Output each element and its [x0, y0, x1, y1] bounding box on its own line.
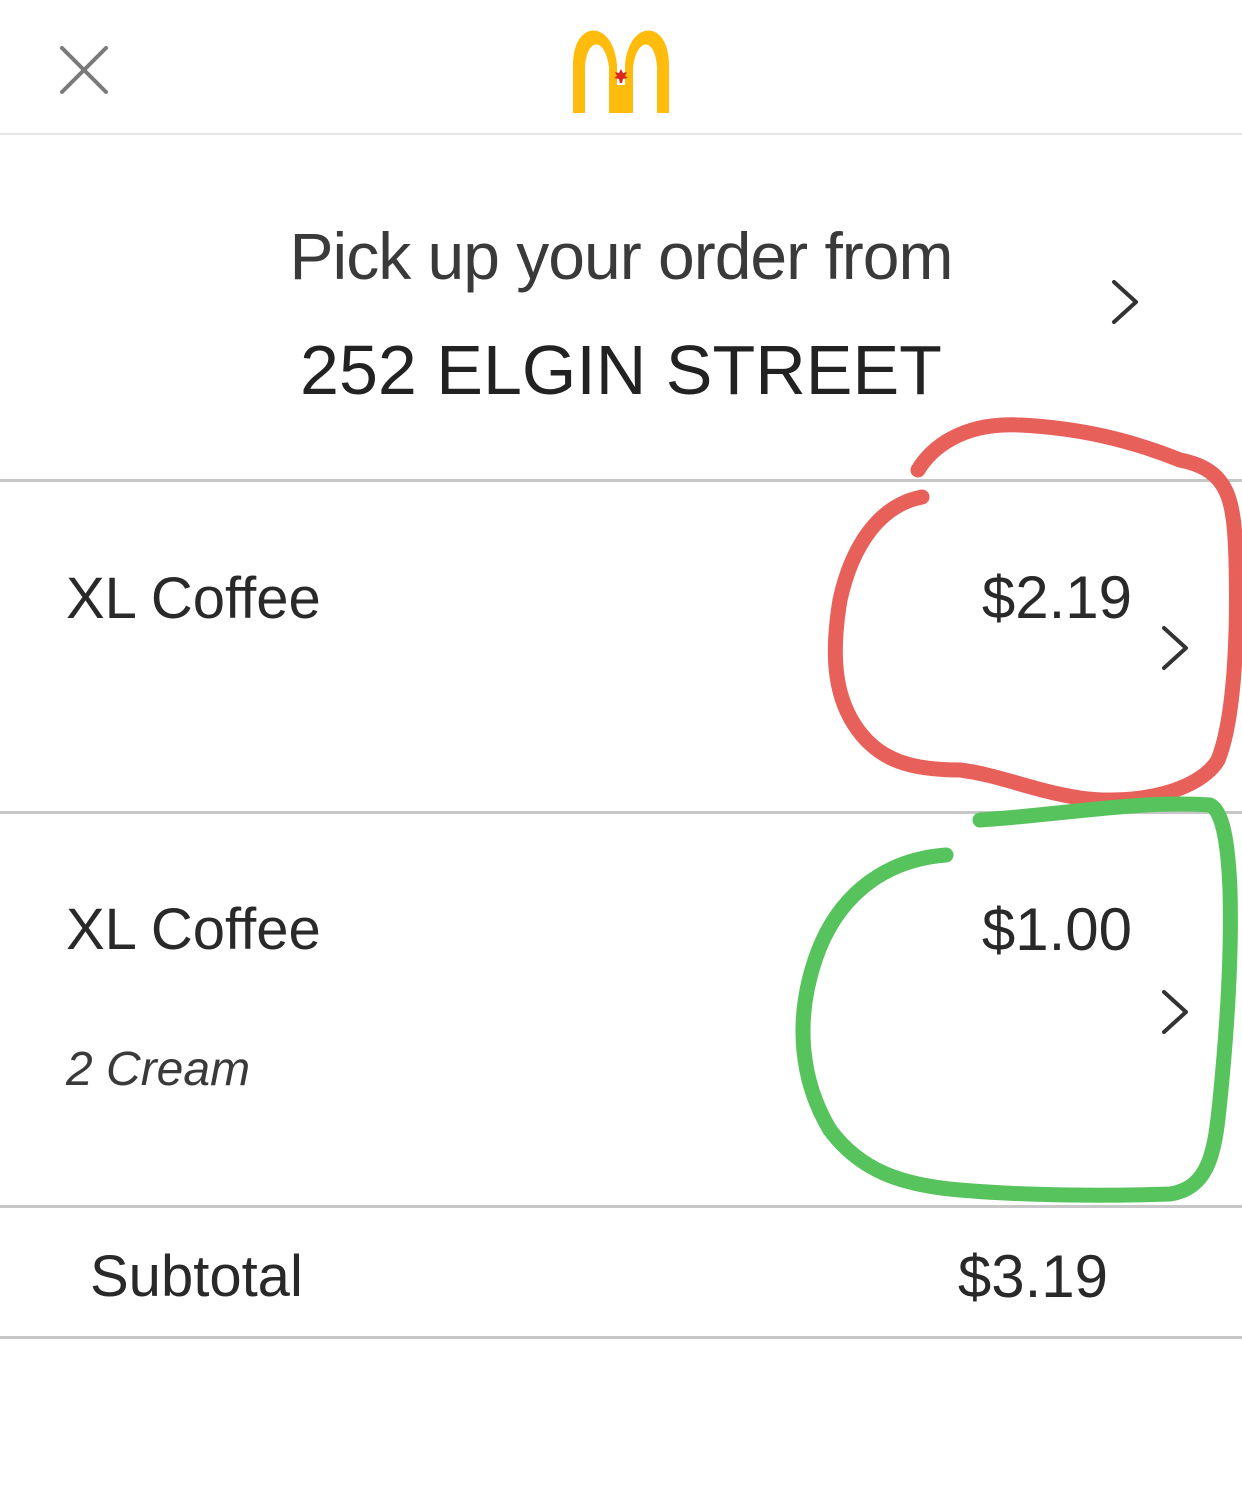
item-option: 2 Cream	[66, 1043, 251, 1096]
item-price: $2.19	[981, 564, 1132, 631]
top-bar	[0, 0, 1242, 135]
close-icon	[60, 46, 108, 94]
subtotal-value: $3.19	[957, 1243, 1108, 1310]
chevron-right-icon[interactable]	[1160, 988, 1190, 1036]
golden-arches-logo	[565, 25, 677, 117]
pickup-location[interactable]	[0, 135, 1242, 480]
item-price: $1.00	[981, 896, 1132, 963]
pickup-address: 252 ELGIN STREET	[300, 331, 942, 409]
divider	[0, 1336, 1242, 1339]
item-name: XL Coffee	[66, 566, 321, 631]
chevron-right-icon[interactable]	[1160, 624, 1190, 672]
order-item-row[interactable]	[0, 814, 1242, 1206]
divider	[0, 1205, 1242, 1208]
pickup-label: Pick up your order from	[289, 219, 954, 293]
order-item-row[interactable]	[0, 482, 1242, 812]
close-button[interactable]	[54, 40, 114, 100]
subtotal-label: Subtotal	[90, 1244, 303, 1309]
chevron-right-icon[interactable]	[1110, 278, 1140, 326]
item-name: XL Coffee	[66, 897, 321, 962]
